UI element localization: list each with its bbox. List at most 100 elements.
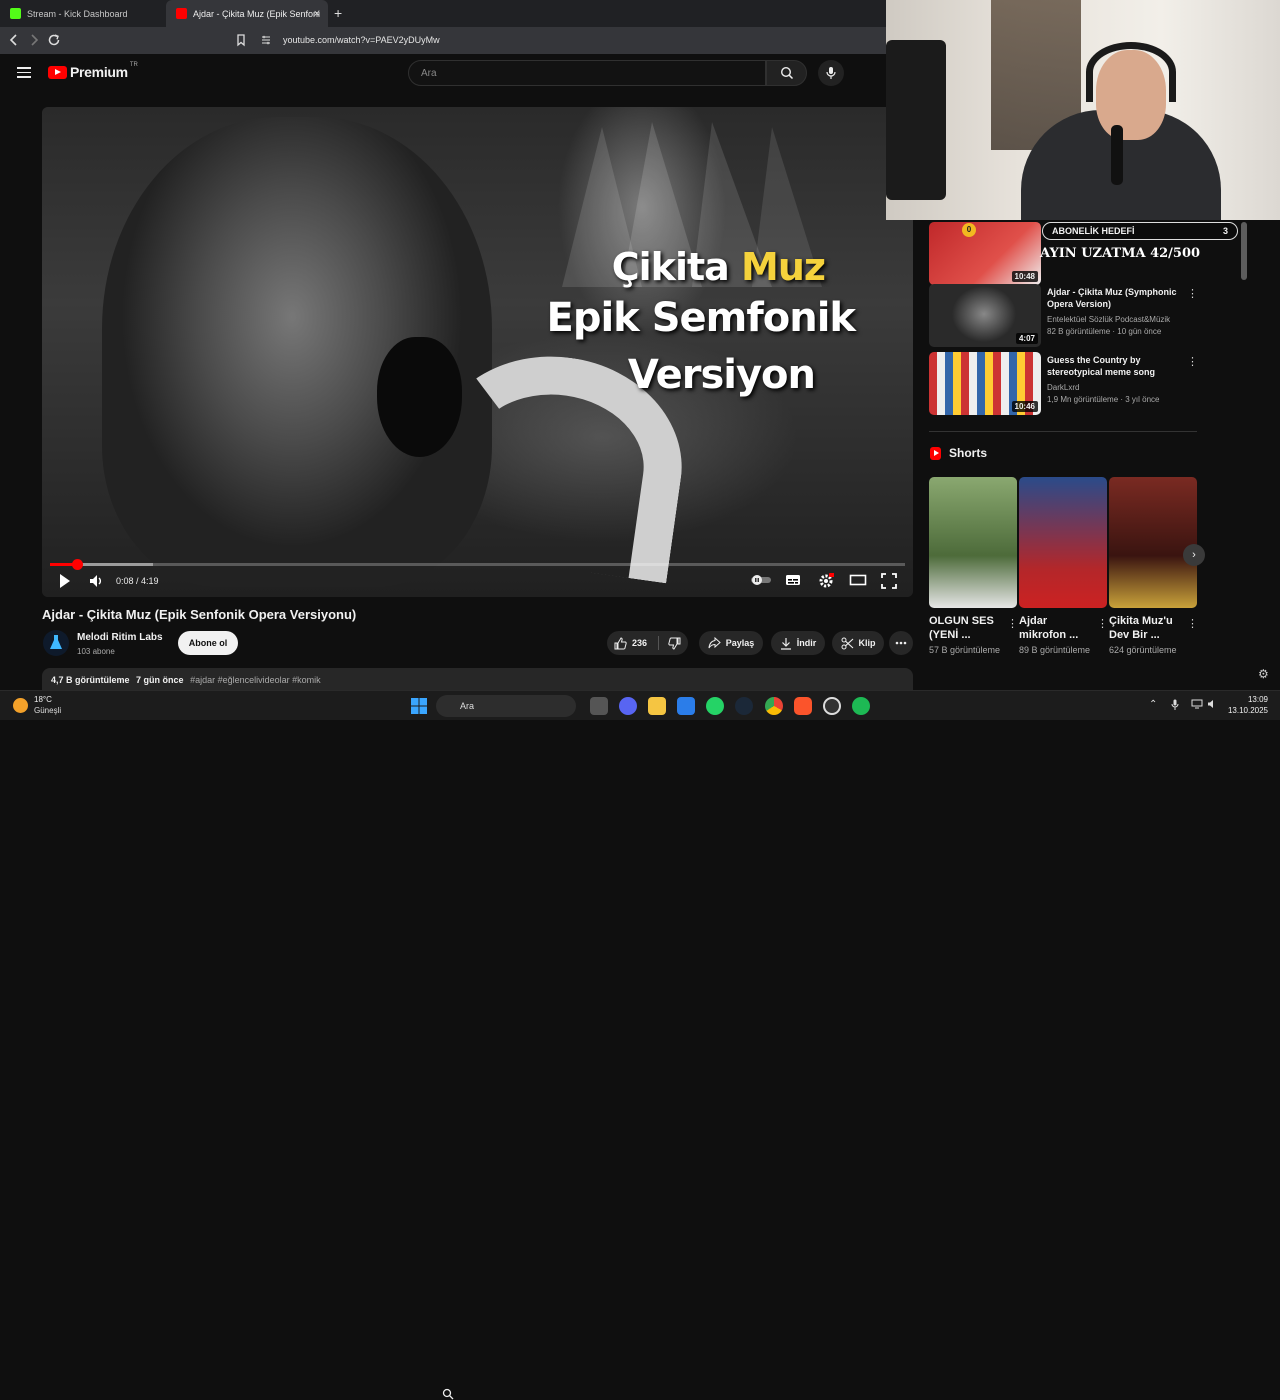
progress-bar[interactable] — [50, 559, 905, 570]
recommendation-item[interactable]: 4:07 Ajdar - Çikita Muz (Symphonic Opera… — [929, 284, 1198, 347]
more-vertical-icon[interactable]: ⋮ — [1187, 617, 1198, 630]
chevron-up-icon[interactable]: ⌃ — [1149, 699, 1157, 710]
play-icon — [60, 574, 70, 588]
chevron-right-icon[interactable]: › — [1183, 544, 1205, 566]
clip-button[interactable]: Klip — [832, 631, 884, 655]
video-player[interactable]: Çikita Muz Epik Semfonik Versiyon 0:08 /… — [42, 107, 913, 597]
dislike-button[interactable] — [668, 637, 681, 650]
like-dislike-group: 236 — [607, 631, 688, 655]
recommendation-meta: 1,9 Mn görüntüleme · 3 yıl önce — [1047, 395, 1160, 404]
short-views: 624 görüntüleme — [1109, 645, 1177, 655]
short-views: 57 B görüntüleme — [929, 645, 1001, 655]
search-input[interactable]: Ara — [408, 60, 766, 86]
webcam-chair — [886, 40, 946, 200]
back-icon[interactable] — [6, 32, 22, 48]
forward-icon[interactable] — [26, 32, 42, 48]
chrome-icon[interactable] — [765, 697, 783, 715]
overlay-title-line3: Versiyon — [627, 352, 816, 398]
short-item[interactable]: OLGUN SES (YENİ ... 57 B görüntüleme ⋮ — [929, 477, 1018, 656]
file-explorer-icon[interactable] — [648, 697, 666, 715]
subscribe-button[interactable]: Abone ol — [178, 631, 238, 655]
task-view-icon[interactable] — [590, 697, 608, 715]
download-label: İndir — [796, 638, 817, 648]
steam-icon[interactable] — [735, 697, 753, 715]
shorts-logo-icon — [930, 446, 941, 460]
taskbar: 18°C Güneşli Ara ⌃ 13:09 13.10.2025 — [0, 690, 1280, 1400]
goal-count: 3 — [1222, 226, 1228, 236]
search-icon — [442, 1388, 454, 1400]
more-vertical-icon[interactable]: ⋮ — [1187, 287, 1198, 300]
description-box[interactable]: 4,7 B görüntüleme 7 gün önce #ajdar #eğl… — [42, 668, 913, 690]
subtitles-icon — [786, 575, 800, 585]
more-actions-button[interactable] — [889, 631, 913, 655]
more-vertical-icon[interactable]: ⋮ — [1007, 617, 1018, 630]
more-vertical-icon[interactable]: ⋮ — [1187, 355, 1198, 368]
download-button[interactable]: İndir — [771, 631, 825, 655]
youtube-logo[interactable]: Premium TR — [48, 62, 138, 80]
taskbar-search[interactable]: Ara — [436, 695, 576, 717]
bookmark-icon[interactable] — [233, 32, 249, 48]
fullscreen-icon — [881, 573, 897, 589]
brave-icon[interactable] — [794, 697, 812, 715]
tab-kick-dashboard[interactable]: Stream - Kick Dashboard — [0, 0, 165, 27]
video-title: Ajdar - Çikita Muz (Epik Senfonik Opera … — [42, 607, 357, 622]
weather-icon[interactable] — [13, 698, 28, 713]
autoplay-toggle[interactable] — [750, 573, 772, 590]
subscriber-count: 103 abone — [77, 647, 115, 656]
view-count: 4,7 B görüntüleme — [51, 675, 130, 685]
share-icon — [708, 637, 721, 649]
voice-search-button[interactable] — [818, 60, 844, 86]
hashtags[interactable]: #ajdar #eğlencelivideolar #komik — [190, 675, 321, 685]
whatsapp-icon[interactable] — [706, 697, 724, 715]
play-button[interactable] — [58, 573, 72, 592]
clock-date[interactable]: 13.10.2025 — [1212, 706, 1268, 715]
region-label: TR — [129, 62, 138, 68]
search-placeholder: Ara — [421, 68, 437, 79]
store-icon[interactable] — [677, 697, 695, 715]
short-thumbnail — [1109, 477, 1197, 608]
obs-icon[interactable] — [823, 697, 841, 715]
settings-button[interactable] — [818, 573, 835, 592]
tab-youtube-video[interactable]: Ajdar - Çikita Muz (Epik Senfoni × — [166, 0, 328, 27]
theater-mode-button[interactable] — [849, 573, 867, 590]
search-button[interactable] — [766, 60, 807, 86]
network-icon[interactable] — [1191, 699, 1203, 712]
channel-name[interactable]: Melodi Ritim Labs — [77, 632, 163, 643]
mute-button[interactable] — [88, 573, 104, 592]
short-title: Çikita Muz'u Dev Bir ... — [1109, 615, 1173, 641]
share-button[interactable]: Paylaş — [699, 631, 763, 655]
player-controls: 0:08 / 4:19 — [42, 569, 913, 597]
youtube-header: Premium TR Ara — [0, 54, 886, 96]
theater-icon — [849, 574, 867, 586]
scrollbar[interactable] — [1241, 222, 1247, 280]
site-info-icon[interactable] — [258, 32, 274, 48]
search-icon — [780, 66, 793, 80]
reload-icon[interactable] — [46, 32, 62, 48]
discord-icon[interactable] — [619, 697, 637, 715]
tab-label: Stream - Kick Dashboard — [27, 8, 128, 19]
short-item[interactable]: Çikita Muz'u Dev Bir ... 624 görüntüleme… — [1109, 477, 1198, 656]
recommendation-item[interactable]: 10:46 Guess the Country by stereotypical… — [929, 352, 1198, 415]
subtitles-button[interactable] — [785, 573, 801, 590]
menu-icon[interactable] — [17, 67, 31, 78]
goal-label: ABONELİK HEDEFİ — [1052, 226, 1135, 236]
section-divider — [929, 431, 1197, 432]
microphone-icon[interactable] — [1171, 699, 1179, 714]
spotify-icon[interactable] — [852, 697, 870, 715]
address-bar: youtube.com/watch?v=PAEV2yDUyMw — [0, 27, 886, 54]
new-tab-button[interactable]: + — [334, 5, 342, 21]
channel-avatar[interactable] — [43, 630, 69, 656]
windows-start-icon[interactable] — [410, 697, 428, 715]
weather-description: Güneşli — [34, 706, 62, 715]
like-count: 236 — [631, 638, 648, 648]
gear-icon[interactable]: ⚙ — [1258, 667, 1269, 681]
close-tab-icon[interactable]: × — [314, 8, 320, 20]
short-item[interactable]: Ajdar mikrofon ... 89 B görüntüleme ⋮ — [1019, 477, 1108, 656]
recommendation-thumbnail: 4:07 — [929, 284, 1041, 347]
fullscreen-button[interactable] — [881, 573, 897, 592]
like-button[interactable]: 236 — [614, 636, 648, 650]
clock-time[interactable]: 13:09 — [1228, 695, 1268, 704]
more-vertical-icon[interactable]: ⋮ — [1097, 617, 1108, 630]
url-field[interactable]: youtube.com/watch?v=PAEV2yDUyMw — [283, 35, 440, 45]
time-display: 0:08 / 4:19 — [116, 576, 159, 586]
